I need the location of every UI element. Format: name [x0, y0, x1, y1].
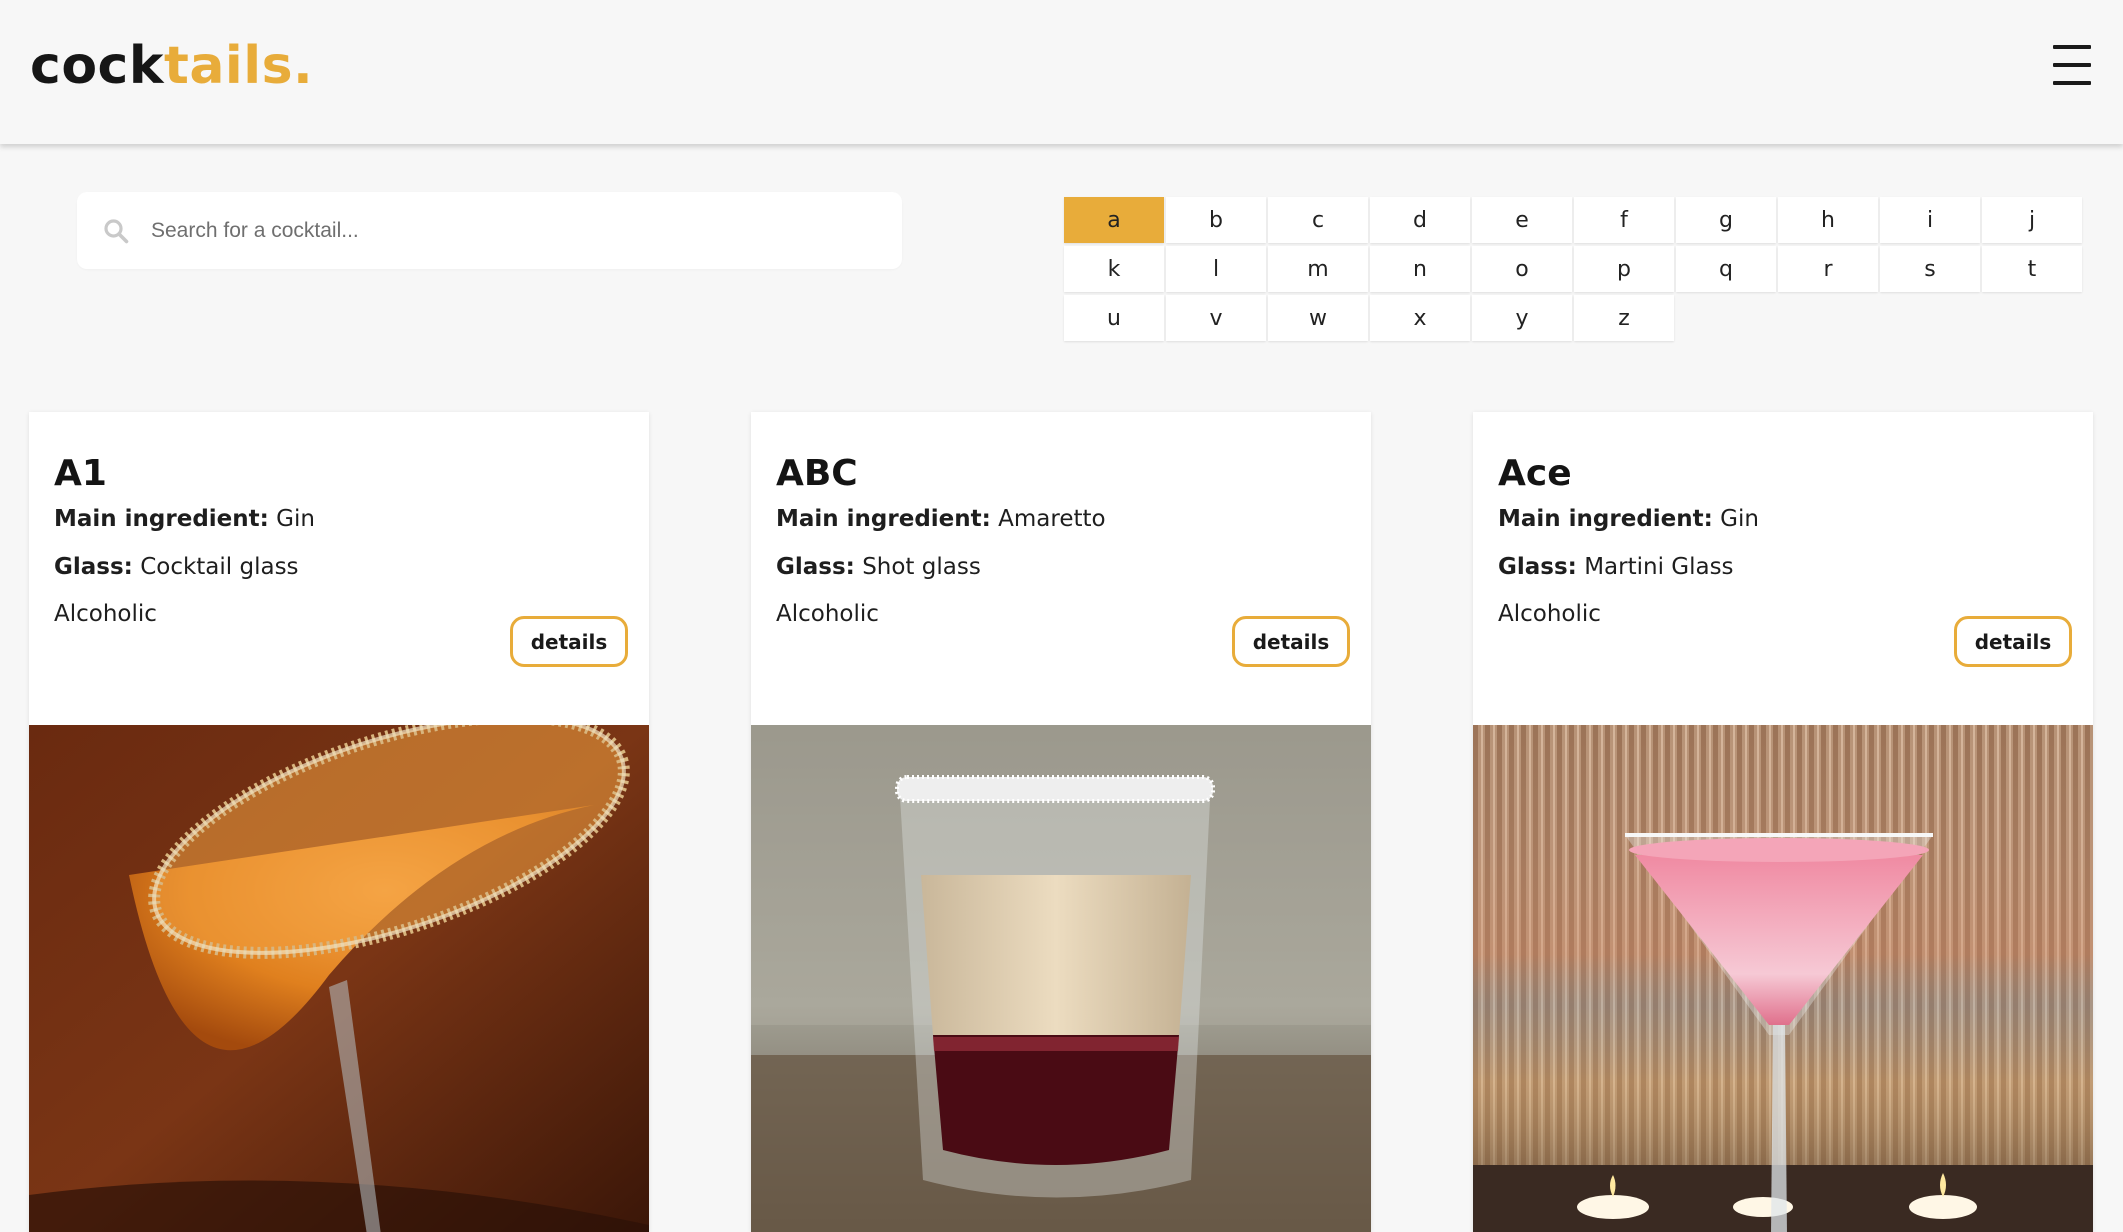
- letter-filter-m[interactable]: m: [1268, 246, 1368, 292]
- letter-filter-p[interactable]: p: [1574, 246, 1674, 292]
- letter-filter-k[interactable]: k: [1064, 246, 1164, 292]
- glass-label: Glass:: [54, 554, 133, 580]
- letter-filter-v[interactable]: v: [1166, 295, 1266, 341]
- letter-filter-n[interactable]: n: [1370, 246, 1470, 292]
- glass-label: Glass:: [1498, 554, 1577, 580]
- details-button[interactable]: details: [1954, 616, 2072, 667]
- hamburger-line: [2053, 63, 2091, 67]
- letter-filter-f[interactable]: f: [1574, 197, 1674, 243]
- glass-type: Glass: Shot glass: [776, 551, 981, 583]
- logo-text-accent: tails.: [163, 36, 314, 96]
- main-ingredient-label: Main ingredient:: [54, 506, 269, 532]
- hamburger-menu-icon[interactable]: [2053, 45, 2091, 85]
- glass-value: Shot glass: [862, 554, 981, 580]
- cocktail-card: Ace Main ingredient: Gin Glass: Martini …: [1473, 412, 2093, 1232]
- alcoholic-type: Alcoholic: [1498, 601, 1601, 627]
- search-icon: [104, 219, 129, 244]
- alcoholic-type: Alcoholic: [776, 601, 879, 627]
- glass-type: Glass: Cocktail glass: [54, 551, 299, 583]
- letter-filter-t[interactable]: t: [1982, 246, 2082, 292]
- cocktail-photo[interactable]: [1473, 725, 2093, 1232]
- search-input[interactable]: [151, 192, 881, 269]
- glass-value: Cocktail glass: [140, 554, 299, 580]
- letter-filter-r[interactable]: r: [1778, 246, 1878, 292]
- letter-filter-w[interactable]: w: [1268, 295, 1368, 341]
- letter-filter-i[interactable]: i: [1880, 197, 1980, 243]
- letter-filter-x[interactable]: x: [1370, 295, 1470, 341]
- logo-text-dark: cock: [30, 36, 164, 96]
- letter-filter-l[interactable]: l: [1166, 246, 1266, 292]
- letter-filter-b[interactable]: b: [1166, 197, 1266, 243]
- glass-value: Martini Glass: [1584, 554, 1734, 580]
- cocktail-photo[interactable]: [29, 725, 649, 1232]
- main-ingredient: Main ingredient: Gin: [1498, 503, 1759, 535]
- letter-filter-q[interactable]: q: [1676, 246, 1776, 292]
- letter-filter-e[interactable]: e: [1472, 197, 1572, 243]
- hamburger-line: [2053, 81, 2091, 85]
- search-box: [77, 192, 902, 269]
- letter-filter-s[interactable]: s: [1880, 246, 1980, 292]
- letter-filter-y[interactable]: y: [1472, 295, 1572, 341]
- cocktail-photo[interactable]: [751, 725, 1371, 1232]
- cocktail-card: A1 Main ingredient: Gin Glass: Cocktail …: [29, 412, 649, 1232]
- top-navbar: cocktails.: [0, 0, 2123, 144]
- main-ingredient-value: Gin: [276, 506, 315, 532]
- letter-filter-j[interactable]: j: [1982, 197, 2082, 243]
- cocktail-name: Ace: [1498, 453, 1572, 494]
- letter-filter-z[interactable]: z: [1574, 295, 1674, 341]
- details-button[interactable]: details: [510, 616, 628, 667]
- letter-filter-a[interactable]: a: [1064, 197, 1164, 243]
- details-button[interactable]: details: [1232, 616, 1350, 667]
- letter-filter-c[interactable]: c: [1268, 197, 1368, 243]
- cocktail-name: ABC: [776, 453, 858, 494]
- main-ingredient-label: Main ingredient:: [776, 506, 991, 532]
- letter-filter-g[interactable]: g: [1676, 197, 1776, 243]
- letter-filter-d[interactable]: d: [1370, 197, 1470, 243]
- letter-filter-grid: abcdefghij klmnopqrst uvwxyz: [1064, 197, 2088, 341]
- main-ingredient-value: Gin: [1720, 506, 1759, 532]
- glass-label: Glass:: [776, 554, 855, 580]
- cocktail-name: A1: [54, 453, 107, 494]
- letter-filter-o[interactable]: o: [1472, 246, 1572, 292]
- main-ingredient: Main ingredient: Gin: [54, 503, 315, 535]
- letter-filter-u[interactable]: u: [1064, 295, 1164, 341]
- hamburger-line: [2053, 45, 2091, 49]
- main-ingredient-label: Main ingredient:: [1498, 506, 1713, 532]
- cocktail-card: ABC Main ingredient: Amaretto Glass: Sho…: [751, 412, 1371, 1232]
- main-ingredient: Main ingredient: Amaretto: [776, 503, 1106, 535]
- alcoholic-type: Alcoholic: [54, 601, 157, 627]
- main-ingredient-value: Amaretto: [998, 506, 1106, 532]
- letter-filter-h[interactable]: h: [1778, 197, 1878, 243]
- glass-type: Glass: Martini Glass: [1498, 551, 1734, 583]
- site-logo[interactable]: cocktails.: [30, 34, 313, 98]
